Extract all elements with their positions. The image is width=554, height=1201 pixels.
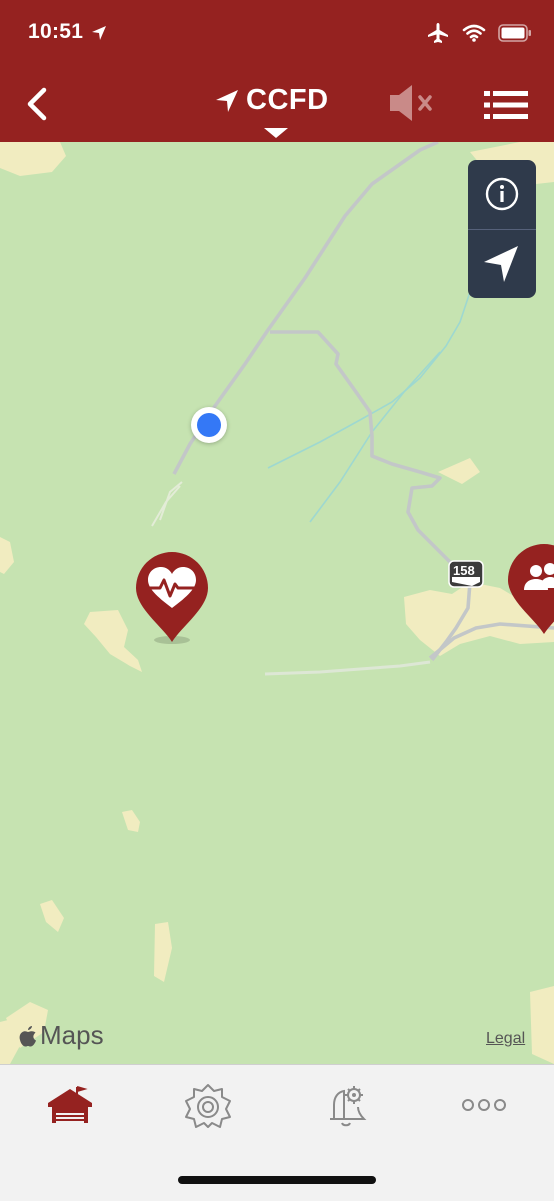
apple-logo-icon [19, 1025, 36, 1047]
alert-settings-icon [330, 1086, 367, 1127]
heart-pulse-icon [136, 552, 208, 644]
battery-icon [498, 24, 531, 42]
tab-department[interactable] [178, 1081, 238, 1129]
home-indicator[interactable] [178, 1176, 376, 1184]
wifi-icon [462, 24, 486, 42]
speaker-muted-icon[interactable] [388, 82, 438, 124]
home-icon [48, 1086, 92, 1123]
chevron-left-icon[interactable] [22, 84, 56, 124]
fire-emblem-icon [185, 1084, 231, 1128]
info-button[interactable] [468, 160, 536, 228]
status-icons [426, 22, 532, 44]
nav-bar: CCFD [0, 70, 554, 142]
track-location-button[interactable] [468, 230, 536, 298]
more-icon [462, 1099, 506, 1111]
location-services-icon [92, 26, 106, 40]
tab-home[interactable] [40, 1081, 100, 1129]
route-shield[interactable]: 158 [448, 560, 484, 590]
people-icon [508, 544, 554, 634]
list-menu-icon[interactable] [484, 90, 528, 120]
page-title: CCFD [246, 84, 329, 116]
status-time: 10:51 [28, 20, 84, 43]
maps-attribution-text: Maps [40, 1020, 104, 1050]
info-icon [485, 177, 519, 211]
maps-attribution: Maps [18, 1020, 104, 1051]
tab-alert-settings[interactable] [316, 1081, 376, 1129]
route-number: 158 [453, 563, 475, 578]
status-bar: 10:51 [0, 0, 554, 70]
tab-more[interactable] [454, 1081, 514, 1129]
agency-selector[interactable]: CCFD [210, 82, 350, 138]
map-marker-group[interactable] [506, 542, 554, 638]
map-controls [468, 160, 536, 298]
legal-link[interactable]: Legal [486, 1030, 525, 1048]
map-marker-medical[interactable] [132, 550, 212, 646]
airplane-mode-icon [428, 23, 448, 43]
caret-down-icon [264, 128, 288, 138]
user-location-dot [191, 407, 227, 443]
location-arrow-icon [484, 246, 518, 282]
location-arrow-icon [216, 90, 238, 112]
